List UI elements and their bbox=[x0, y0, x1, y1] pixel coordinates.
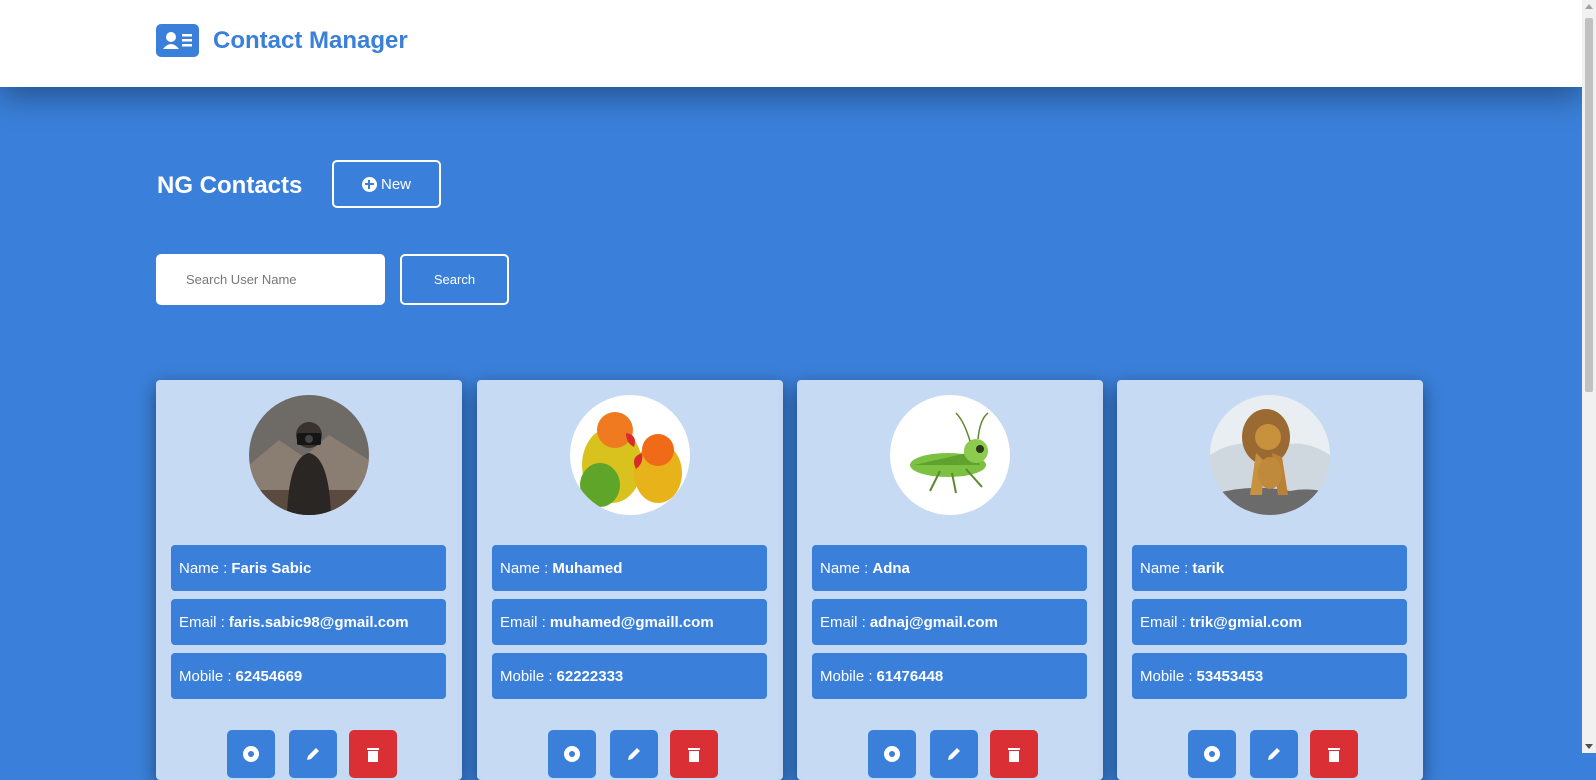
contact-email: faris.sabic98@gmail.com bbox=[228, 613, 409, 631]
brand[interactable]: Contact Manager bbox=[156, 24, 408, 57]
email-label: Email : bbox=[500, 613, 546, 631]
avatar bbox=[570, 395, 690, 515]
top-navbar: Contact Manager bbox=[0, 0, 1582, 87]
delete-contact-button[interactable] bbox=[349, 730, 397, 778]
contact-mobile-row: Mobile : 62454669 bbox=[171, 653, 446, 699]
name-label: Name : bbox=[500, 559, 549, 577]
contact-name-row: Name : tarik bbox=[1132, 545, 1407, 591]
contact-email: adnaj@gmail.com bbox=[869, 613, 998, 631]
pen-icon bbox=[1268, 748, 1280, 760]
scroll-up-icon[interactable] bbox=[1585, 4, 1593, 9]
scroll-down-icon[interactable] bbox=[1585, 744, 1593, 749]
page-scrollbar[interactable] bbox=[1582, 0, 1596, 753]
name-label: Name : bbox=[820, 559, 869, 577]
pen-icon bbox=[948, 748, 960, 760]
view-contact-button[interactable] bbox=[868, 730, 916, 778]
email-label: Email : bbox=[1140, 613, 1186, 631]
contact-card: Name : Faris Sabic Email : faris.sabic98… bbox=[156, 380, 462, 780]
view-contact-button[interactable] bbox=[1188, 730, 1236, 778]
view-contact-button[interactable] bbox=[227, 730, 275, 778]
delete-contact-button[interactable] bbox=[1310, 730, 1358, 778]
trash-icon bbox=[1328, 748, 1340, 762]
contact-name: tarik bbox=[1192, 559, 1225, 577]
mobile-label: Mobile : bbox=[179, 667, 232, 685]
edit-contact-button[interactable] bbox=[610, 730, 658, 778]
contact-email-row: Email : faris.sabic98@gmail.com bbox=[171, 599, 446, 645]
new-button-label: New bbox=[380, 175, 411, 193]
pen-icon bbox=[307, 748, 319, 760]
contact-email: trik@gmial.com bbox=[1189, 613, 1302, 631]
eye-icon bbox=[1204, 746, 1220, 762]
mobile-label: Mobile : bbox=[500, 667, 553, 685]
new-contact-button[interactable]: New bbox=[332, 160, 441, 208]
contact-name-row: Name : Muhamed bbox=[492, 545, 767, 591]
search-input[interactable] bbox=[156, 254, 385, 305]
contact-name: Muhamed bbox=[552, 559, 623, 577]
contact-mobile: 62454669 bbox=[235, 667, 303, 685]
contact-mobile: 62222333 bbox=[556, 667, 624, 685]
app-title[interactable]: Contact Manager bbox=[213, 27, 408, 55]
delete-contact-button[interactable] bbox=[990, 730, 1038, 778]
contact-mobile: 61476448 bbox=[876, 667, 944, 685]
search-button[interactable]: Search bbox=[400, 254, 509, 305]
contact-card-icon bbox=[156, 24, 199, 57]
contact-name-row: Name : Faris Sabic bbox=[171, 545, 446, 591]
contact-card: Name : Adna Email : adnaj@gmail.com Mobi… bbox=[797, 380, 1103, 780]
contact-email: muhamed@gmaill.com bbox=[549, 613, 714, 631]
avatar bbox=[1210, 395, 1330, 515]
contact-name-row: Name : Adna bbox=[812, 545, 1087, 591]
page-title: NG Contacts bbox=[157, 172, 303, 199]
eye-icon bbox=[564, 746, 580, 762]
email-label: Email : bbox=[820, 613, 866, 631]
trash-icon bbox=[367, 748, 379, 762]
mobile-label: Mobile : bbox=[1140, 667, 1193, 685]
contact-mobile-row: Mobile : 61476448 bbox=[812, 653, 1087, 699]
trash-icon bbox=[688, 748, 700, 762]
contact-name: Adna bbox=[872, 559, 910, 577]
contact-email-row: Email : trik@gmial.com bbox=[1132, 599, 1407, 645]
eye-icon bbox=[884, 746, 900, 762]
contact-card: Name : tarik Email : trik@gmial.com Mobi… bbox=[1117, 380, 1423, 780]
plus-circle-icon bbox=[361, 176, 377, 192]
delete-contact-button[interactable] bbox=[670, 730, 718, 778]
scroll-thumb[interactable] bbox=[1585, 18, 1593, 392]
edit-contact-button[interactable] bbox=[289, 730, 337, 778]
contact-mobile-row: Mobile : 53453453 bbox=[1132, 653, 1407, 699]
eye-icon bbox=[243, 746, 259, 762]
mobile-label: Mobile : bbox=[820, 667, 873, 685]
contact-mobile: 53453453 bbox=[1196, 667, 1264, 685]
contact-mobile-row: Mobile : 62222333 bbox=[492, 653, 767, 699]
avatar bbox=[249, 395, 369, 515]
edit-contact-button[interactable] bbox=[1250, 730, 1298, 778]
contact-email-row: Email : adnaj@gmail.com bbox=[812, 599, 1087, 645]
email-label: Email : bbox=[179, 613, 225, 631]
pen-icon bbox=[628, 748, 640, 760]
avatar bbox=[890, 395, 1010, 515]
contact-email-row: Email : muhamed@gmaill.com bbox=[492, 599, 767, 645]
name-label: Name : bbox=[1140, 559, 1189, 577]
name-label: Name : bbox=[179, 559, 228, 577]
edit-contact-button[interactable] bbox=[930, 730, 978, 778]
contact-name: Faris Sabic bbox=[231, 559, 312, 577]
view-contact-button[interactable] bbox=[548, 730, 596, 778]
trash-icon bbox=[1008, 748, 1020, 762]
contact-card: Name : Muhamed Email : muhamed@gmaill.co… bbox=[477, 380, 783, 780]
